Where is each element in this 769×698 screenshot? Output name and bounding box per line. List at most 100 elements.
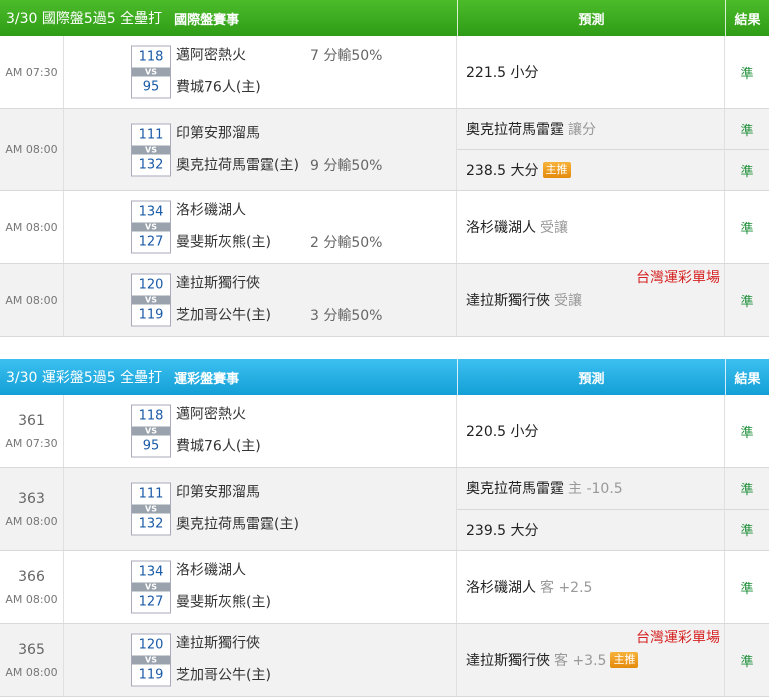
tw-subtitle[interactable]: 運彩盤賽事 — [174, 368, 239, 387]
game-number: 365 — [18, 641, 45, 658]
tw-title: 3/30 運彩盤5過5 全壘打 — [6, 370, 163, 386]
spacer-cell — [64, 109, 130, 190]
away-team[interactable]: 印第安那溜馬 — [176, 483, 299, 504]
home-team[interactable]: 芝加哥公牛(主) — [176, 666, 271, 687]
result-cell: 準 — [725, 36, 769, 108]
result-status: 準 — [740, 581, 754, 597]
table-row: AM 08:00 120 VS 119 達拉斯獨行俠 芝加哥公牛(主) 3 分輸50% 台灣運… — [0, 264, 769, 337]
away-team[interactable]: 達拉斯獨行俠 — [176, 634, 271, 655]
home-score: 132 — [138, 157, 164, 172]
home-score: 119 — [138, 307, 164, 323]
score-box: 118 VS 95 — [131, 45, 171, 99]
result-status: 準 — [740, 221, 754, 237]
spacer-cell — [64, 36, 130, 108]
result-status: 準 — [740, 482, 754, 498]
game-time: AM 08:00 — [5, 293, 58, 307]
prediction-line: 客 +2.5 — [540, 580, 593, 596]
prediction-text: 239.5 大分 — [466, 522, 539, 539]
teams: 達拉斯獨行俠 芝加哥公牛(主) — [176, 274, 271, 327]
home-team[interactable]: 費城76人(主) — [176, 78, 261, 99]
home-team[interactable]: 曼斐斯灰熊(主) — [176, 233, 271, 254]
away-score: 118 — [138, 49, 164, 65]
result-status: 準 — [725, 508, 769, 551]
spacer-cell — [64, 551, 130, 623]
handicap-result: 2 分輸50% — [310, 235, 383, 251]
prediction-item: 台灣運彩單場 達拉斯獨行俠客 +3.5 主推 — [457, 624, 724, 696]
tw-res-header: 結果 — [725, 359, 769, 395]
away-team[interactable]: 達拉斯獨行俠 — [176, 274, 271, 295]
recommend-badge: 主推 — [542, 162, 571, 178]
result-cell: 準 — [725, 551, 769, 623]
spacer-cell — [64, 264, 130, 336]
matchup-cell: 134 VS 127 洛杉磯湖人 曼斐斯灰熊(主) — [130, 551, 457, 623]
prediction-text: 奧克拉荷馬雷霆 — [466, 122, 564, 138]
handicap-result: 9 分輸50% — [310, 158, 383, 174]
score-box: 120 VS 119 — [131, 273, 171, 327]
score-box: 134 VS 127 — [131, 200, 171, 254]
game-number: 363 — [18, 490, 45, 507]
game-time-cell: AM 08:00 — [0, 191, 64, 263]
prediction-cell: 221.5 小分 — [457, 36, 725, 108]
game-time: AM 07:30 — [5, 436, 58, 450]
prediction-text: 達拉斯獨行俠 — [466, 293, 550, 309]
game-time: AM 08:00 — [5, 143, 58, 156]
away-score: 111 — [138, 127, 164, 142]
vs-label: VS — [132, 426, 170, 436]
lottery-note: 台灣運彩單場 — [636, 270, 720, 286]
score-box: 120 VS 119 — [131, 633, 171, 687]
matchup-cell: 134 VS 127 洛杉磯湖人 曼斐斯灰熊(主) 2 分輸50% — [130, 191, 457, 263]
result-cell: 準 — [725, 264, 769, 336]
table-row: 363 AM 08:00 111 VS 132 印第安那溜馬 奧克拉荷馬雷霆(主) 奧克拉荷馬… — [0, 468, 769, 551]
game-time-cell: 366 AM 08:00 — [0, 551, 64, 623]
prediction-item: 台灣運彩單場達拉斯獨行俠 受讓 — [457, 264, 724, 336]
game-time: AM 08:00 — [5, 592, 58, 606]
prediction-item: 221.5 小分 — [457, 36, 724, 108]
intl-section: 3/30 國際盤5過5 全壘打 國際盤賽事 預測 結果 AM 07:30 118 V… — [0, 0, 769, 337]
away-team[interactable]: 邁阿密熱火 — [176, 405, 261, 426]
prediction-item: 220.5 小分 — [457, 395, 724, 467]
home-team[interactable]: 曼斐斯灰熊(主) — [176, 593, 271, 614]
matchup-cell: 120 VS 119 達拉斯獨行俠 芝加哥公牛(主) 3 分輸50% — [130, 264, 457, 336]
home-team[interactable]: 奧克拉荷馬雷霆(主) — [176, 155, 299, 176]
prediction-line: 客 +3.5 — [554, 653, 607, 669]
intl-subtitle[interactable]: 國際盤賽事 — [174, 9, 239, 28]
table-row: 366 AM 08:00 134 VS 127 洛杉磯湖人 曼斐斯灰熊(主) 洛杉磯湖人客 +… — [0, 551, 769, 624]
home-team[interactable]: 芝加哥公牛(主) — [176, 306, 271, 327]
away-team[interactable]: 洛杉磯湖人 — [176, 201, 271, 222]
teams: 印第安那溜馬 奧克拉荷馬雷霆(主) — [176, 483, 299, 536]
spacer-cell — [64, 468, 130, 550]
intl-title: 3/30 國際盤5過5 全壘打 — [6, 11, 163, 27]
result-status: 準 — [740, 654, 754, 670]
away-score: 134 — [138, 204, 164, 220]
spacer-cell — [64, 395, 130, 467]
teams: 洛杉磯湖人曼斐斯灰熊(主) — [176, 201, 271, 254]
teams: 達拉斯獨行俠 芝加哥公牛(主) — [176, 634, 271, 687]
prediction-text: 洛杉磯湖人 — [466, 220, 536, 236]
home-team[interactable]: 費城76人(主) — [176, 437, 261, 458]
game-time: AM 08:00 — [5, 514, 58, 528]
prediction-cell: 台灣運彩單場 達拉斯獨行俠客 +3.5 主推 — [457, 624, 725, 696]
result-cell: 準 — [725, 395, 769, 467]
tw-rows: 361 AM 07:30 118 VS 95 邁阿密熱火 費城76人(主) 220.5 小分準… — [0, 395, 769, 697]
home-team[interactable]: 奧克拉荷馬雷霆(主) — [176, 515, 299, 536]
away-team[interactable]: 洛杉磯湖人 — [176, 561, 271, 582]
vs-label: VS — [132, 67, 170, 77]
away-team[interactable]: 印第安那溜馬 — [176, 123, 299, 144]
prediction-line: 受讓 — [554, 293, 582, 309]
prediction-item: 239.5 大分 — [457, 508, 724, 551]
vs-label: VS — [132, 222, 170, 232]
result-status: 準 — [740, 66, 754, 82]
tw-section: 3/30 運彩盤5過5 全壘打 運彩盤賽事 預測 結果 361 AM 07:30 1… — [0, 359, 769, 697]
teams: 邁阿密熱火費城76人(主) — [176, 405, 261, 458]
table-row: 361 AM 07:30 118 VS 95 邁阿密熱火 費城76人(主) 220.5 小分 準 — [0, 395, 769, 468]
prediction-text: 奧克拉荷馬雷霆 — [466, 481, 564, 498]
result-cell: 準準 — [725, 109, 769, 190]
result-cell: 準準 — [725, 468, 769, 550]
game-time-cell: AM 07:30 — [0, 36, 64, 108]
home-score: 95 — [142, 438, 160, 454]
prediction-text: 238.5 大分 — [466, 163, 539, 179]
prediction-line: 受讓 — [540, 220, 568, 236]
score-box: 118 VS 95 — [131, 404, 171, 458]
away-score: 120 — [138, 277, 164, 293]
away-team[interactable]: 邁阿密熱火 — [176, 46, 261, 67]
